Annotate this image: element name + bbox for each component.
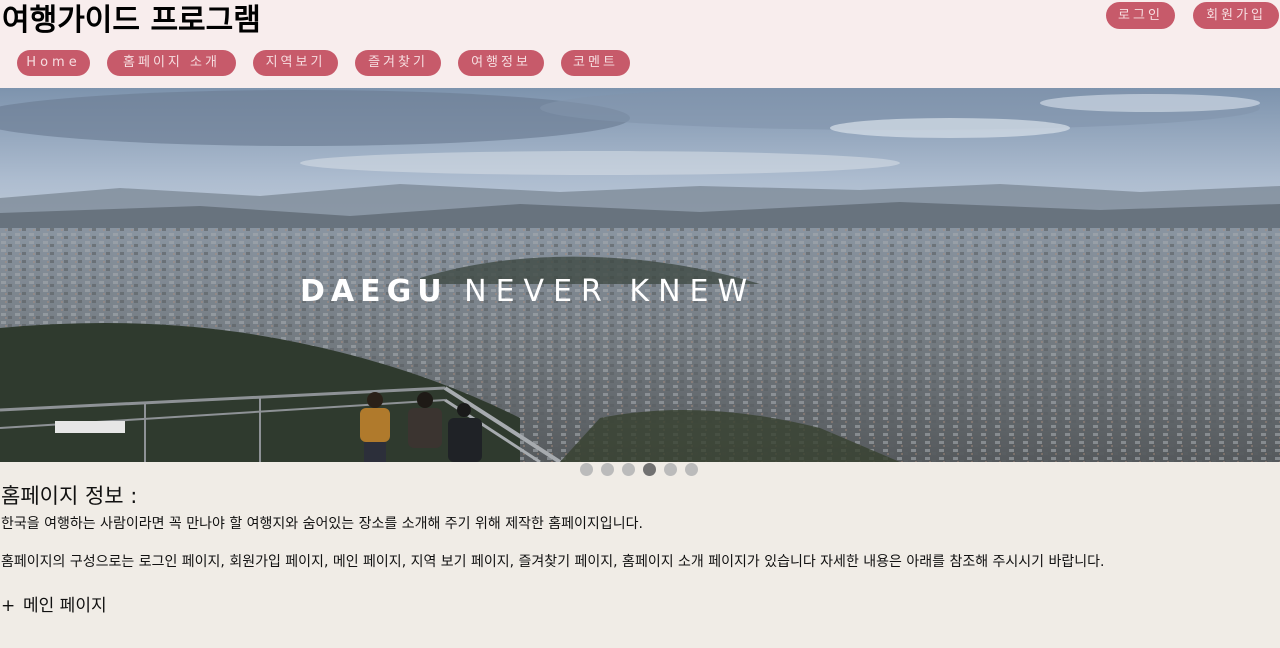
site-title: 여행가이드 프로그램 <box>2 3 261 38</box>
nav-region[interactable]: 지역보기 <box>253 50 338 76</box>
slide-dot[interactable] <box>580 463 593 476</box>
nav-favorites[interactable]: 즐겨찾기 <box>355 50 441 76</box>
intro-paragraph: 한국을 여행하는 사람이라면 꼭 만나야 할 여행지와 숨어있는 장소를 소개해… <box>1 516 643 532</box>
nav-comment[interactable]: 코멘트 <box>561 50 630 76</box>
nav-intro[interactable]: 홈페이지 소개 <box>107 50 236 76</box>
signup-button[interactable]: 회원가입 <box>1193 2 1279 29</box>
hero-caption-thin: NEVER KNEW <box>464 274 757 309</box>
hero-caption-bold: DAEGU <box>300 274 448 309</box>
slide-dot[interactable] <box>685 463 698 476</box>
main-page-section[interactable]: + 메인 페이지 <box>1 594 1271 618</box>
slide-dot-active[interactable] <box>643 463 656 476</box>
slide-dot[interactable] <box>601 463 614 476</box>
section-label: 메인 페이지 <box>23 596 107 616</box>
info-title: 홈페이지 정보 : <box>1 484 138 508</box>
slide-dot[interactable] <box>622 463 635 476</box>
nav-home[interactable]: Home <box>17 50 90 76</box>
header: 여행가이드 프로그램 로그인 회원가입 Home 홈페이지 소개 지역보기 즐겨… <box>0 0 1280 88</box>
login-button[interactable]: 로그인 <box>1106 2 1175 29</box>
structure-paragraph: 홈페이지의 구성으로는 로그인 페이지, 회원가입 페이지, 메인 페이지, 지… <box>1 554 1105 570</box>
main-content: 홈페이지 정보 : 한국을 여행하는 사람이라면 꼭 만나야 할 여행지와 숨어… <box>1 480 1271 618</box>
slide-dot[interactable] <box>664 463 677 476</box>
hero-slideshow[interactable]: DAEGU NEVER KNEW <box>0 88 1280 462</box>
nav-travel-info[interactable]: 여행정보 <box>458 50 544 76</box>
hero-caption: DAEGU NEVER KNEW <box>300 274 980 309</box>
expand-icon[interactable]: + <box>1 594 23 618</box>
